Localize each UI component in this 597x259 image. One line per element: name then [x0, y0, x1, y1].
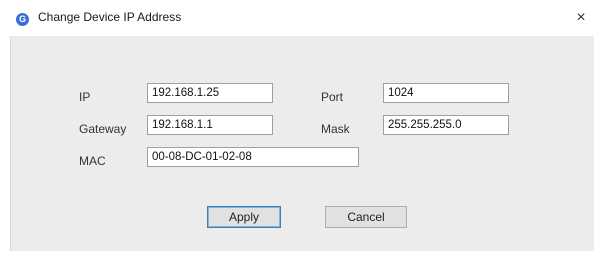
close-icon[interactable]: ×	[567, 6, 595, 30]
gateway-input[interactable]	[147, 115, 273, 135]
cancel-button[interactable]: Cancel	[325, 206, 407, 228]
title-bar: G Change Device IP Address ×	[0, 0, 597, 36]
ip-input[interactable]	[147, 83, 273, 103]
dialog-body: IP Port Gateway Mask MAC Apply Cancel	[10, 36, 594, 251]
mac-label: MAC	[79, 154, 106, 168]
window-title: Change Device IP Address	[38, 10, 182, 24]
port-label: Port	[321, 90, 344, 104]
mac-input[interactable]	[147, 147, 359, 167]
port-input[interactable]	[383, 83, 509, 103]
apply-button[interactable]: Apply	[207, 206, 281, 228]
dialog-window: G Change Device IP Address × IP Port Gat…	[0, 0, 597, 259]
app-icon: G	[16, 13, 29, 26]
ip-label: IP	[79, 90, 91, 104]
mask-label: Mask	[321, 122, 350, 136]
mask-input[interactable]	[383, 115, 509, 135]
gateway-label: Gateway	[79, 122, 127, 136]
